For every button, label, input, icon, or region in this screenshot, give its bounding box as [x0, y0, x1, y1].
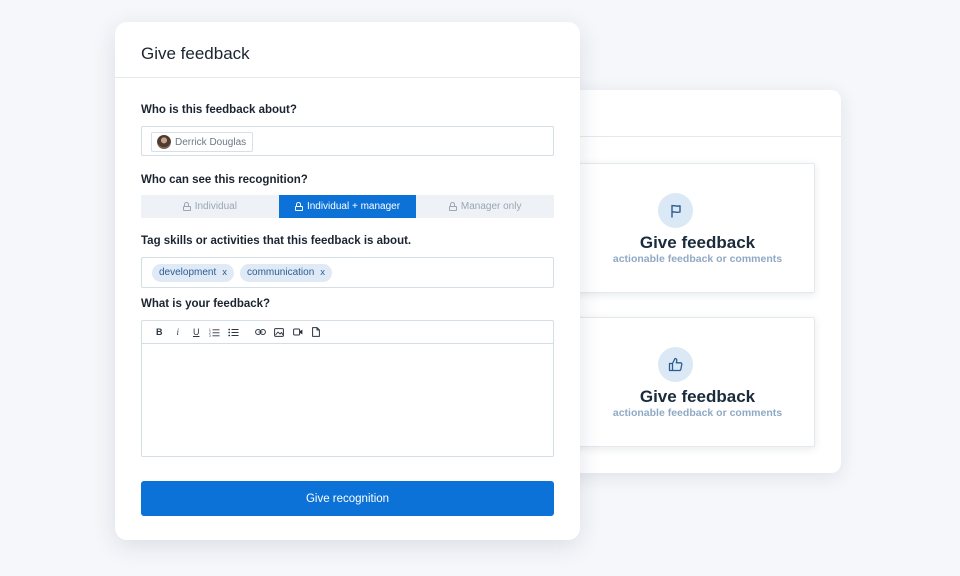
avatar [157, 135, 171, 149]
ordered-list-icon[interactable]: 123 [206, 324, 225, 340]
image-icon[interactable] [270, 324, 289, 340]
video-icon[interactable] [289, 324, 308, 340]
option-title: Give feedback [639, 387, 756, 406]
visibility-option-individual-manager[interactable]: Individual + manager [278, 195, 417, 218]
file-icon[interactable] [307, 324, 326, 340]
visibility-option-individual[interactable]: Individual [141, 195, 279, 218]
feedback-label: What is your feedback? [141, 298, 271, 310]
tag-chip: development x [152, 263, 235, 282]
give-feedback-dialog: Give feedback Who is this feedback about… [115, 22, 580, 540]
lock-icon [294, 202, 303, 211]
option-subtitle: actionable feedback or comments [612, 253, 783, 265]
tags-label: Tag skills or activities that this feedb… [141, 235, 412, 247]
svg-text:3: 3 [209, 334, 211, 337]
recognition-option-card[interactable]: Give feedback actionable feedback or com… [560, 317, 815, 447]
thumbs-up-icon [658, 347, 693, 382]
lock-icon [182, 202, 191, 211]
tag-chip: communication x [240, 263, 333, 282]
dialog-divider [115, 77, 580, 78]
lock-icon [448, 202, 457, 211]
visibility-selector: Individual Individual + manager Manager … [141, 195, 554, 218]
feedback-textarea[interactable] [142, 344, 553, 456]
give-recognition-button[interactable]: Give recognition [141, 481, 554, 516]
remove-tag-icon[interactable]: x [320, 267, 325, 278]
about-label: Who is this feedback about? [141, 104, 297, 116]
tag-label: development [159, 267, 217, 278]
person-name: Derrick Douglas [175, 136, 247, 148]
italic-icon[interactable]: i [169, 324, 188, 340]
visibility-option-label: Individual [194, 201, 237, 212]
bullet-list-icon[interactable] [224, 324, 243, 340]
underline-icon[interactable]: U [187, 324, 206, 340]
background-card-divider [560, 136, 841, 137]
visibility-option-label: Individual + manager [306, 201, 401, 212]
remove-tag-icon[interactable]: x [222, 267, 227, 278]
feedback-editor: B i U 123 [141, 320, 554, 457]
person-field[interactable]: Derrick Douglas [141, 126, 554, 156]
flag-icon [658, 193, 693, 228]
tags-input[interactable]: development x communication x [141, 257, 554, 288]
option-subtitle: actionable feedback or comments [612, 407, 783, 419]
feedback-option-card[interactable]: Give feedback actionable feedback or com… [560, 163, 815, 293]
link-icon[interactable] [252, 324, 271, 340]
bold-icon[interactable]: B [150, 324, 169, 340]
visibility-label: Who can see this recognition? [141, 174, 308, 186]
visibility-option-manager-only[interactable]: Manager only [416, 195, 554, 218]
person-chip[interactable]: Derrick Douglas [151, 132, 254, 152]
background-card: Give feedback actionable feedback or com… [560, 90, 841, 473]
option-title: Give feedback [639, 233, 756, 252]
visibility-option-label: Manager only [460, 201, 522, 212]
tag-label: communication [247, 267, 315, 278]
editor-toolbar: B i U 123 [142, 321, 553, 344]
dialog-title: Give feedback [141, 44, 250, 63]
